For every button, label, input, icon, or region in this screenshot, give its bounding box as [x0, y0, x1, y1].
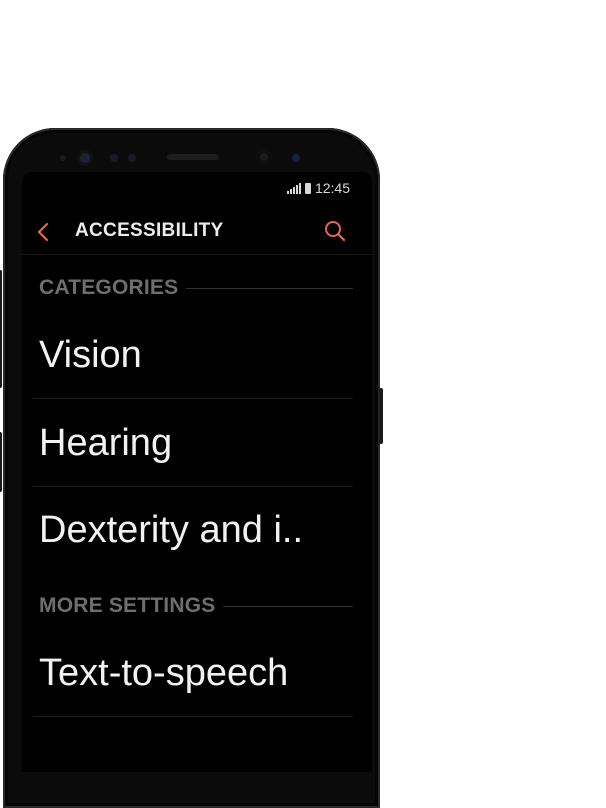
divider [33, 398, 353, 399]
section-label: MORE SETTINGS [39, 594, 216, 617]
divider [33, 716, 353, 717]
iris-scanner-icon [77, 150, 93, 166]
search-icon[interactable] [323, 219, 347, 243]
screen: 12:45 ACCESSIBILITY CATEGORIES Vision He… [22, 172, 372, 772]
status-time: 12:45 [314, 180, 350, 196]
section-label: CATEGORIES [39, 276, 179, 299]
list-item-vision[interactable]: Vision [39, 334, 353, 377]
power-button [379, 388, 383, 444]
divider [186, 287, 353, 289]
back-chevron-icon[interactable] [34, 220, 54, 244]
status-bar: 12:45 [286, 180, 350, 196]
sensor-icon [110, 154, 118, 162]
front-camera-icon [256, 149, 272, 165]
list-item-hearing[interactable]: Hearing [39, 422, 353, 465]
earpiece [167, 154, 219, 160]
list-item-dexterity[interactable]: Dexterity and i.. [39, 509, 353, 552]
signal-icon [286, 182, 301, 194]
section-header-categories: CATEGORIES [39, 276, 353, 300]
section-header-more-settings: MORE SETTINGS [39, 594, 353, 618]
page-title: ACCESSIBILITY [75, 220, 224, 241]
divider [33, 486, 353, 487]
battery-icon [304, 182, 311, 194]
list-item-text-to-speech[interactable]: Text-to-speech [39, 652, 353, 695]
sensor-icon [128, 154, 136, 162]
sensor-icon [60, 155, 66, 161]
iris-led-icon [292, 154, 300, 162]
volume-button [0, 270, 2, 388]
divider [223, 605, 353, 607]
bixby-button [0, 432, 2, 492]
app-bar: ACCESSIBILITY [22, 214, 372, 254]
divider [22, 254, 372, 255]
